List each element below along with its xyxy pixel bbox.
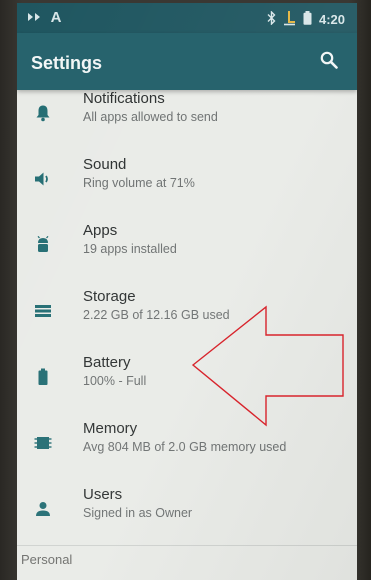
search-icon	[320, 51, 338, 69]
volume-icon	[31, 167, 55, 191]
section-header: Personal	[17, 545, 357, 580]
page-title: Settings	[31, 53, 103, 73]
setting-title: Memory	[83, 420, 138, 437]
app-bar: Settings	[17, 33, 357, 90]
setting-title: Users	[83, 486, 123, 503]
setting-title: Notifications	[83, 90, 165, 107]
setting-title: Apps	[83, 222, 118, 239]
setting-memory[interactable]: Memory Avg 804 MB of 2.0 GB memory used	[17, 413, 357, 479]
setting-title: Sound	[83, 156, 127, 173]
search-button[interactable]	[315, 46, 343, 74]
status-left: A	[27, 9, 63, 26]
usb-debug-icon	[283, 10, 296, 29]
setting-storage[interactable]: Storage 2.22 GB of 12.16 GB used	[17, 281, 357, 347]
battery-icon	[31, 365, 55, 389]
setting-battery[interactable]: Battery 100% - Full	[17, 347, 357, 413]
setting-summary: 19 apps installed	[83, 242, 177, 256]
setting-title: Storage	[83, 288, 136, 305]
section-label: Personal	[21, 552, 73, 567]
settings-list: Notifications All apps allowed to send S…	[17, 83, 357, 545]
phone-screen: A 4:20 Settings Notifications All apps a…	[17, 3, 357, 580]
user-icon	[31, 497, 55, 521]
battery-icon	[303, 11, 312, 28]
bell-icon	[31, 101, 55, 125]
memory-icon	[31, 431, 55, 455]
status-icons: 4:20	[267, 10, 345, 29]
android-icon	[31, 233, 55, 257]
storage-icon	[31, 299, 55, 323]
clock: 4:20	[318, 12, 345, 27]
setting-apps[interactable]: Apps 19 apps installed	[17, 215, 357, 281]
setting-notifications[interactable]: Notifications All apps allowed to send	[17, 83, 357, 149]
setting-title: Battery	[83, 354, 131, 371]
setting-users[interactable]: Users Signed in as Owner	[17, 479, 357, 545]
setting-summary: Avg 804 MB of 2.0 GB memory used	[83, 440, 287, 454]
setting-summary: Signed in as Owner	[83, 506, 193, 520]
status-letter: A	[50, 9, 64, 26]
setting-summary: All apps allowed to send	[83, 110, 218, 124]
status-bar: A 4:20	[17, 3, 357, 33]
phone-photo: A 4:20 Settings Notifications All apps a…	[0, 0, 371, 580]
signal-icon	[27, 9, 51, 26]
setting-sound[interactable]: Sound Ring volume at 71%	[17, 149, 357, 215]
setting-summary: 2.22 GB of 12.16 GB used	[83, 308, 230, 322]
bluetooth-icon	[267, 10, 276, 28]
setting-summary: 100% - Full	[83, 374, 147, 388]
setting-summary: Ring volume at 71%	[83, 176, 195, 190]
